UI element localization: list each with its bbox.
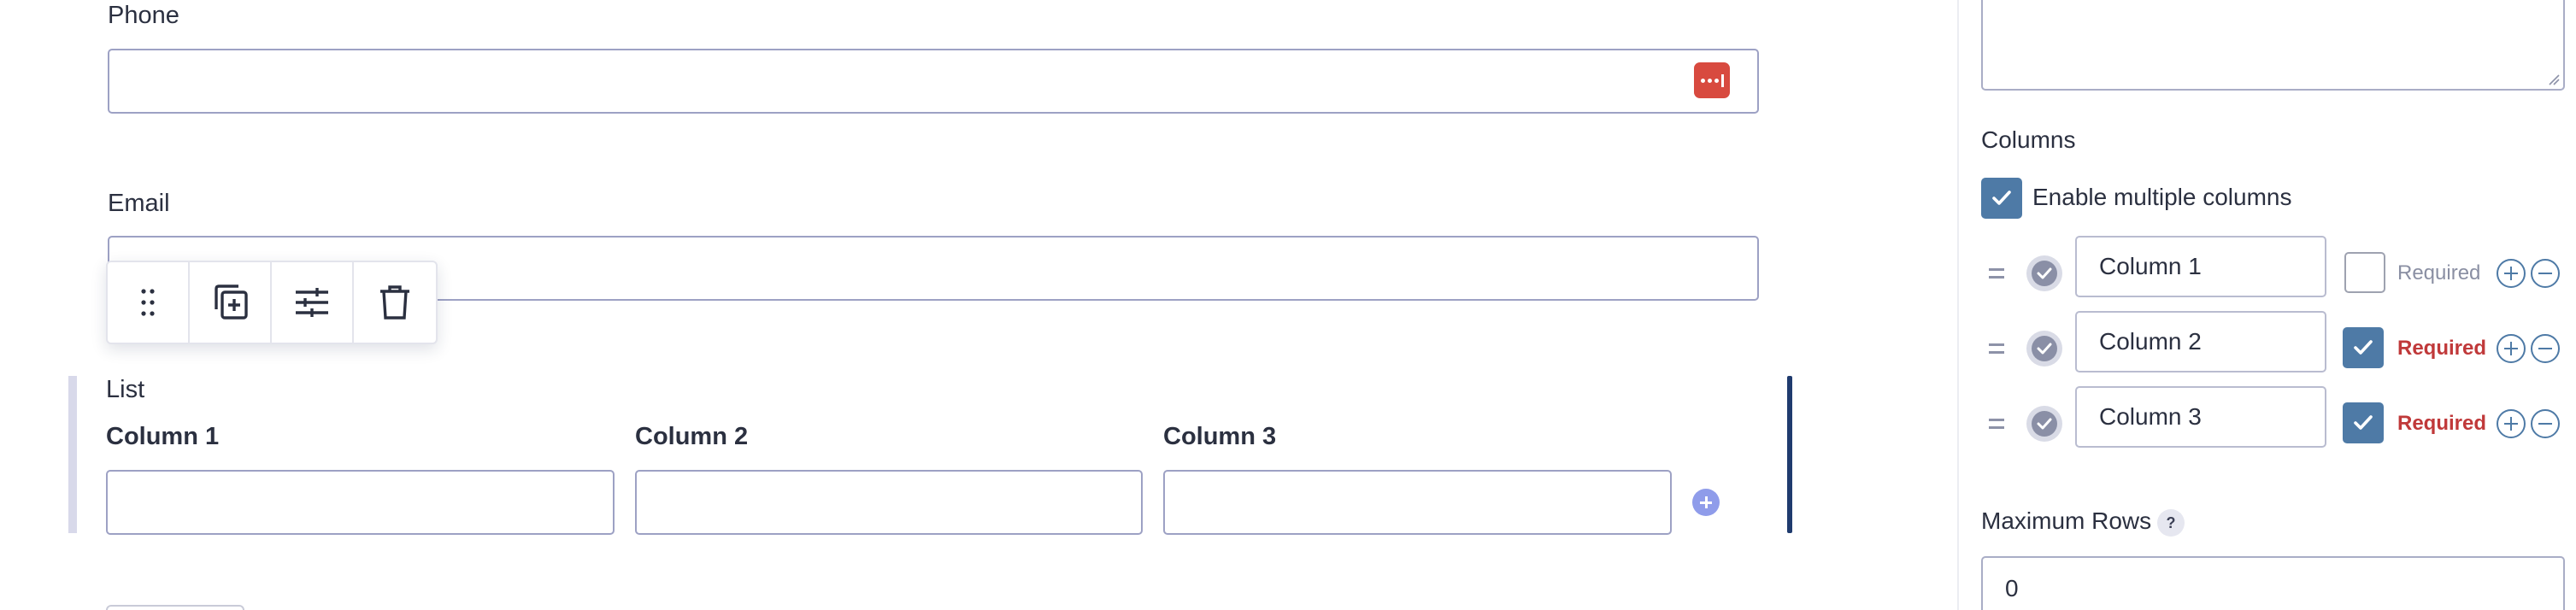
column-1-remove-icon[interactable]: [2531, 259, 2560, 288]
max-rows-input[interactable]: 0: [1981, 556, 2565, 610]
column-1-drag-handle-icon[interactable]: [1989, 268, 2004, 279]
max-rows-label: Maximum Rows: [1981, 507, 2152, 534]
help-icon[interactable]: ?: [2157, 509, 2185, 537]
column-3-status-icon: [2026, 406, 2062, 442]
column-1-status-icon: [2026, 255, 2062, 291]
phone-label: Phone: [108, 2, 179, 29]
list-column-1-label: Column 1: [106, 423, 220, 450]
column-1-name-input[interactable]: Column 1: [2075, 236, 2326, 297]
enable-multiple-columns-label[interactable]: Enable multiple columns: [2032, 184, 2292, 211]
column-2-name-input[interactable]: Column 2: [2075, 311, 2326, 372]
trash-icon: [379, 285, 409, 320]
phone-input[interactable]: [108, 49, 1759, 114]
checkmark-icon: [1992, 191, 2011, 205]
list-label: List: [106, 376, 145, 403]
enable-multiple-columns-checkbox[interactable]: [1981, 178, 2022, 219]
column-3-required-label: Required: [2397, 412, 2487, 435]
list-column-3-label: Column 3: [1163, 423, 1277, 450]
list-block-left-indicator: [68, 376, 77, 533]
block-toolbar: [106, 261, 438, 344]
duplicate-icon: [215, 284, 248, 320]
checkmark-icon: [2354, 340, 2373, 355]
column-2-status-icon: [2026, 331, 2062, 367]
column-2-add-icon[interactable]: [2497, 334, 2526, 363]
list-column-3-input[interactable]: [1163, 470, 1672, 535]
email-label: Email: [108, 190, 170, 217]
drag-handle-icon: [141, 289, 155, 316]
settings-button[interactable]: [272, 262, 354, 343]
column-3-required-checkbox[interactable]: [2343, 402, 2384, 443]
column-1-required-label: Required: [2397, 261, 2481, 284]
description-textarea[interactable]: [1981, 0, 2565, 91]
password-manager-icon[interactable]: [1694, 62, 1730, 98]
column-3-add-icon[interactable]: [2497, 409, 2526, 438]
list-column-2-label: Column 2: [635, 423, 749, 450]
delete-button[interactable]: [354, 262, 436, 343]
column-1-add-icon[interactable]: [2497, 259, 2526, 288]
settings-sliders-icon: [296, 288, 328, 317]
checkmark-icon: [2354, 415, 2373, 430]
duplicate-button[interactable]: [190, 262, 272, 343]
column-2-remove-icon[interactable]: [2531, 334, 2560, 363]
column-3-drag-handle-icon[interactable]: [1989, 419, 2004, 429]
column-3-remove-icon[interactable]: [2531, 409, 2560, 438]
list-block-selection-bar: [1787, 376, 1792, 533]
resize-handle-icon[interactable]: [2548, 73, 2560, 85]
add-list-row-icon[interactable]: [1692, 489, 1720, 516]
list-column-1-input[interactable]: [106, 470, 615, 535]
column-2-required-label: Required: [2397, 337, 2487, 360]
partial-button[interactable]: [106, 605, 244, 610]
form-editor-canvas: Phone Email List Column 1 Column 2 Colum…: [0, 0, 1957, 610]
column-1-required-checkbox[interactable]: [2344, 252, 2385, 293]
column-2-required-checkbox[interactable]: [2343, 327, 2384, 368]
columns-heading: Columns: [1981, 126, 2076, 153]
drag-handle-button[interactable]: [108, 262, 190, 343]
list-column-2-input[interactable]: [635, 470, 1143, 535]
column-2-drag-handle-icon[interactable]: [1989, 343, 2004, 354]
column-3-name-input[interactable]: Column 3: [2075, 386, 2326, 448]
